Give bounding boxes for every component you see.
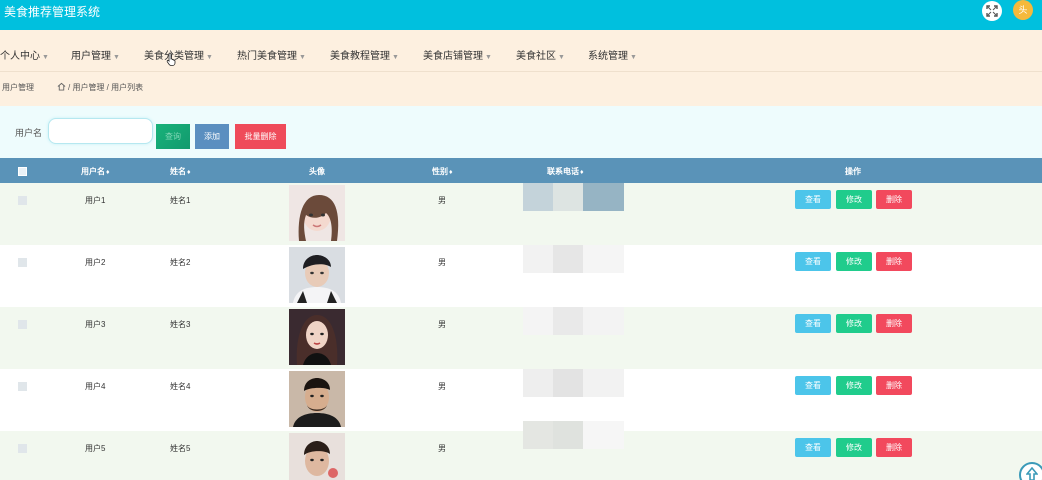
view-button[interactable]: 查看: [795, 376, 831, 395]
column-header-actions: 操作: [845, 167, 861, 176]
edit-button[interactable]: 修改: [836, 376, 872, 395]
sort-icon: ♦: [580, 169, 584, 176]
cell-gender: 男: [438, 258, 446, 267]
cell-username: 用户4: [85, 382, 106, 391]
phone-redacted: [519, 307, 624, 335]
view-button[interactable]: 查看: [795, 190, 831, 209]
nav-item-user-management[interactable]: 用户管理 ▼: [71, 47, 120, 62]
avatar-photo: [289, 371, 345, 427]
sort-icon: ♦: [187, 169, 191, 176]
column-header-name[interactable]: 姓名♦: [170, 166, 191, 177]
breadcrumb-bar: 用户管理 / 用户管理 / 用户列表: [0, 72, 1042, 106]
phone-redacted: [519, 421, 624, 449]
row-checkbox[interactable]: [18, 444, 27, 453]
row-checkbox[interactable]: [18, 258, 27, 267]
cell-name: 姓名4: [170, 382, 191, 391]
cell-gender: 男: [438, 196, 446, 205]
chevron-down-icon: ▼: [299, 54, 306, 61]
chevron-down-icon: ▼: [113, 54, 120, 61]
batch-delete-button[interactable]: 批量删除: [235, 124, 286, 149]
chevron-down-icon: ▼: [206, 54, 213, 61]
top-bar: 美食推荐管理系统 头: [0, 0, 1042, 30]
edit-button[interactable]: 修改: [836, 190, 872, 209]
avatar-photo: [289, 309, 345, 365]
home-icon[interactable]: [57, 82, 66, 91]
view-button[interactable]: 查看: [795, 438, 831, 457]
edit-button[interactable]: 修改: [836, 252, 872, 271]
table-row: 用户3 姓名3 男 查看 修改 删除: [0, 307, 1042, 369]
avatar-photo: [289, 185, 345, 241]
fullscreen-button[interactable]: [982, 1, 1002, 21]
chevron-down-icon: ▼: [558, 54, 565, 61]
username-search-input[interactable]: [48, 118, 153, 144]
arrow-up-icon: [1026, 467, 1038, 480]
nav-item-personal-center[interactable]: 个人中心 ▼: [0, 47, 49, 62]
table-row: 用户2 姓名2 男 查看 修改 删除: [0, 245, 1042, 307]
table-row: 用户5 姓名5 男 查看 修改 删除: [0, 421, 1042, 480]
nav-item-system-management[interactable]: 系统管理 ▼: [588, 47, 637, 62]
cell-gender: 男: [438, 444, 446, 453]
row-checkbox[interactable]: [18, 382, 27, 391]
main-nav: 个人中心 ▼ 用户管理 ▼ 美食分类管理 ▼ 热门美食管理 ▼ 美食教程管理 ▼ 美食店铺…: [0, 30, 1042, 72]
search-button[interactable]: 查询: [156, 124, 190, 149]
nav-item-food-category[interactable]: 美食分类管理 ▼: [144, 47, 213, 62]
breadcrumb-path: / 用户管理 / 用户列表: [68, 83, 144, 92]
nav-item-food-store[interactable]: 美食店铺管理 ▼: [423, 47, 492, 62]
sort-icon: ♦: [106, 169, 110, 176]
fullscreen-icon: [986, 5, 998, 17]
chevron-down-icon: ▼: [485, 54, 492, 61]
cell-gender: 男: [438, 382, 446, 391]
phone-redacted: [519, 369, 624, 397]
chevron-down-icon: ▼: [392, 54, 399, 61]
delete-button[interactable]: 删除: [876, 376, 912, 395]
hand-cursor-icon: [166, 52, 176, 66]
phone-redacted: [519, 245, 624, 273]
add-button[interactable]: 添加: [195, 124, 229, 149]
select-all-checkbox[interactable]: [18, 167, 27, 176]
table-header: 用户名♦ 姓名♦ 头像 性别♦ 联系电话♦ 操作: [0, 158, 1042, 183]
delete-button[interactable]: 删除: [876, 252, 912, 271]
sort-icon: ♦: [449, 169, 453, 176]
edit-button[interactable]: 修改: [836, 314, 872, 333]
scroll-to-top-button[interactable]: [1019, 462, 1042, 480]
avatar-photo: [289, 247, 345, 303]
phone-redacted: [519, 183, 624, 211]
column-header-avatar: 头像: [309, 167, 325, 176]
search-label: 用户名: [15, 128, 43, 138]
cell-username: 用户2: [85, 258, 106, 267]
cell-username: 用户1: [85, 196, 106, 205]
app-title: 美食推荐管理系统: [4, 5, 101, 19]
avatar-photo: [289, 433, 345, 480]
cell-username: 用户5: [85, 444, 106, 453]
column-header-username[interactable]: 用户名♦: [81, 166, 110, 177]
cell-name: 姓名2: [170, 258, 191, 267]
view-button[interactable]: 查看: [795, 314, 831, 333]
row-checkbox[interactable]: [18, 320, 27, 329]
user-avatar[interactable]: 头: [1013, 0, 1033, 20]
cell-username: 用户3: [85, 320, 106, 329]
nav-item-food-community[interactable]: 美食社区 ▼: [516, 47, 565, 62]
cell-gender: 男: [438, 320, 446, 329]
column-header-gender[interactable]: 性别♦: [432, 166, 453, 177]
delete-button[interactable]: 删除: [876, 438, 912, 457]
cell-name: 姓名3: [170, 320, 191, 329]
nav-item-hot-food[interactable]: 热门美食管理 ▼: [237, 47, 306, 62]
nav-item-food-tutorial[interactable]: 美食教程管理 ▼: [330, 47, 399, 62]
delete-button[interactable]: 删除: [876, 314, 912, 333]
delete-button[interactable]: 删除: [876, 190, 912, 209]
view-button[interactable]: 查看: [795, 252, 831, 271]
edit-button[interactable]: 修改: [836, 438, 872, 457]
cell-name: 姓名1: [170, 196, 191, 205]
chevron-down-icon: ▼: [42, 54, 49, 61]
row-checkbox[interactable]: [18, 196, 27, 205]
chevron-down-icon: ▼: [630, 54, 637, 61]
table-row: 用户1 姓名1 男 查看 修改 删除: [0, 183, 1042, 245]
column-header-phone[interactable]: 联系电话♦: [547, 166, 584, 177]
page-section-title: 用户管理: [2, 83, 34, 92]
breadcrumb: / 用户管理 / 用户列表: [57, 82, 143, 93]
cell-name: 姓名5: [170, 444, 191, 453]
